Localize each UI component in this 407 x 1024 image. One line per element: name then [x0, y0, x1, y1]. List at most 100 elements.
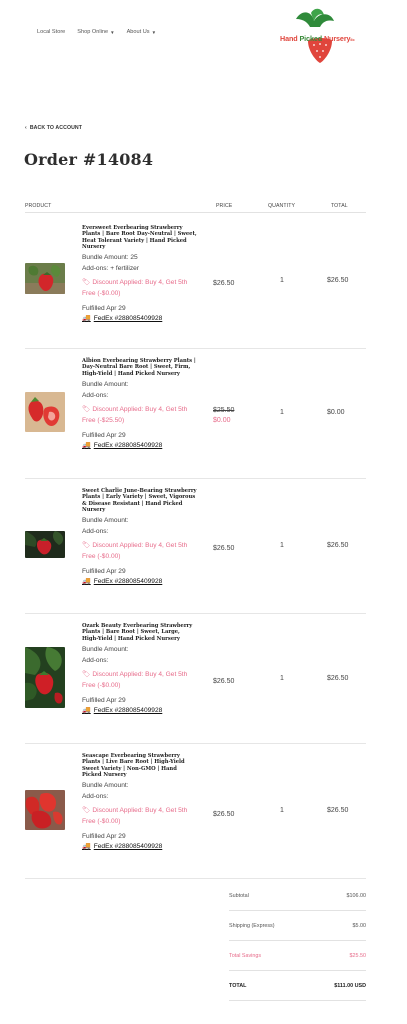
tracking-link[interactable]: 🚚 FedEx #288085409928 [82, 577, 198, 587]
product-info: Seascape Everbearing Strawberry Plants |… [82, 753, 198, 852]
quantity-cell: 1 [280, 807, 284, 814]
brand-logo[interactable]: Hand Picked Nurseryllc [278, 7, 362, 65]
bundle-amount: Bundle Amount: [82, 517, 129, 525]
bundle-amount: Bundle Amount: [82, 380, 129, 388]
tag-icon: 🏷 [82, 279, 91, 287]
discount-applied: 🏷 Discount Applied: Buy 4, Get 5th Free (… [82, 805, 198, 827]
tracking-number: FedEx #288085409928 [93, 578, 163, 586]
shipping-label: Shipping (Express) [229, 923, 275, 929]
table-row: Albion Everbearing Strawberry Plants | D… [25, 349, 366, 479]
truck-icon: 🚚 [82, 578, 91, 586]
nav-shop-online-label: Shop Online [77, 29, 109, 35]
brand-name-part3: Nursery [322, 34, 351, 43]
tracking-link[interactable]: 🚚 FedEx #288085409928 [82, 314, 198, 324]
back-to-account-label: BACK TO ACCOUNT [29, 125, 83, 131]
discount-applied: 🏷 Discount Applied: Buy 4, Get 5th Free (… [82, 540, 198, 562]
add-ons: Add-ons: [82, 528, 109, 536]
add-ons: Add-ons: [82, 656, 109, 664]
grand-total-value: $111.00 USD [334, 983, 366, 989]
product-title[interactable]: Sweet Charlie June-Bearing Strawberry Pl… [82, 488, 198, 513]
product-image[interactable] [25, 790, 65, 830]
tracking-link[interactable]: 🚚 FedEx #288085409928 [82, 441, 198, 451]
price-cell: $26.50 [213, 678, 234, 685]
strawberry-photo-icon [25, 790, 65, 830]
product-image[interactable] [25, 531, 65, 558]
discount-text: Discount Applied: Buy 4, Get 5th Free (-… [82, 807, 188, 826]
tracking-number: FedEx #288085409928 [93, 843, 163, 851]
header-product: PRODUCT [25, 203, 52, 209]
subtotal-value: $106.00 [346, 893, 367, 899]
add-ons: Add-ons: + fertilizer [82, 265, 139, 273]
main-nav: Local Store Shop Online ▼ About Us ▼ [37, 29, 156, 35]
bundle-amount: Bundle Amount: 25 [82, 254, 138, 262]
nav-local-store[interactable]: Local Store [37, 29, 65, 35]
truck-icon: 🚚 [82, 706, 91, 714]
table-row: Seascape Everbearing Strawberry Plants |… [25, 744, 366, 879]
product-info: Eversweet Everbearing Strawberry Plants … [82, 225, 198, 324]
quantity-cell: 1 [280, 409, 284, 416]
truck-icon: 🚚 [82, 441, 91, 449]
fulfilled-date: Fulfilled Apr 29 [82, 833, 126, 841]
truck-icon: 🚚 [82, 843, 91, 851]
shipping-value: $5.00 [352, 923, 367, 929]
discount-text: Discount Applied: Buy 4, Get 5th Free (-… [82, 405, 188, 424]
back-to-account-link[interactable]: ‹ BACK TO ACCOUNT [25, 125, 82, 131]
tag-icon: 🏷 [82, 405, 91, 413]
product-title[interactable]: Albion Everbearing Strawberry Plants | D… [82, 358, 198, 377]
total-cell: $0.00 [327, 409, 345, 416]
chevron-left-icon: ‹ [25, 125, 27, 131]
tracking-link[interactable]: 🚚 FedEx #288085409928 [82, 842, 198, 852]
original-price: $25.50 [213, 407, 235, 414]
subtotal-label: Subtotal [229, 893, 249, 899]
header-total: TOTAL [331, 203, 348, 209]
header-price: PRICE [216, 203, 233, 209]
shipping-row: Shipping (Express) $5.00 [229, 911, 366, 941]
add-ons: Add-ons: [82, 793, 109, 801]
nav-about-us[interactable]: About Us ▼ [127, 29, 156, 35]
total-cell: $26.50 [327, 277, 349, 284]
fulfilled-date: Fulfilled Apr 29 [82, 568, 126, 576]
nav-about-us-label: About Us [126, 29, 150, 35]
discount-applied: 🏷 Discount Applied: Buy 4, Get 5th Free (… [82, 404, 198, 426]
bundle-amount: Bundle Amount: [82, 782, 129, 790]
table-row: Eversweet Everbearing Strawberry Plants … [25, 216, 366, 349]
header-quantity: QUANTITY [268, 203, 296, 209]
table-header: PRODUCT PRICE QUANTITY TOTAL [25, 203, 366, 213]
product-image[interactable] [25, 392, 65, 432]
price-cell: $25.50 $0.00 [213, 407, 234, 424]
savings-row: Total Savings $25.50 [229, 941, 366, 971]
tag-icon: 🏷 [82, 542, 91, 550]
total-cell: $26.50 [327, 807, 349, 814]
product-info: Ozark Beauty Everbearing Strawberry Plan… [82, 623, 198, 716]
truck-icon: 🚚 [82, 315, 91, 323]
brand-name-part2: Picked [299, 34, 323, 43]
subtotal-row: Subtotal $106.00 [229, 881, 366, 911]
tracking-number: FedEx #288085409928 [93, 441, 163, 449]
total-cell: $26.50 [327, 542, 349, 549]
tracking-link[interactable]: 🚚 FedEx #288085409928 [82, 706, 198, 716]
price-value: $26.50 [213, 280, 235, 287]
nav-local-store-label: Local Store [37, 29, 66, 35]
nav-shop-online[interactable]: Shop Online ▼ [77, 29, 114, 35]
product-title[interactable]: Eversweet Everbearing Strawberry Plants … [82, 225, 198, 250]
strawberry-photo-icon [25, 392, 65, 432]
price-value: $26.50 [213, 811, 235, 818]
savings-label: Total Savings [229, 953, 262, 959]
tag-icon: 🏷 [82, 807, 91, 815]
product-image[interactable] [25, 263, 65, 294]
table-row: Ozark Beauty Everbearing Strawberry Plan… [25, 614, 366, 744]
price-value: $26.50 [213, 545, 235, 552]
product-title[interactable]: Ozark Beauty Everbearing Strawberry Plan… [82, 623, 198, 642]
discounted-price: $0.00 [213, 417, 231, 424]
product-title[interactable]: Seascape Everbearing Strawberry Plants |… [82, 753, 198, 778]
total-cell: $26.50 [327, 675, 349, 682]
strawberry-photo-icon [25, 263, 65, 294]
product-info: Sweet Charlie June-Bearing Strawberry Pl… [82, 488, 198, 587]
fulfilled-date: Fulfilled Apr 29 [82, 305, 126, 313]
brand-name-suffix: llc [350, 37, 355, 42]
tag-icon: 🏷 [82, 670, 91, 678]
tracking-number: FedEx #288085409928 [93, 706, 163, 714]
order-title: Order #14084 [24, 150, 154, 169]
add-ons: Add-ons: [82, 391, 109, 399]
product-image[interactable] [25, 647, 65, 708]
